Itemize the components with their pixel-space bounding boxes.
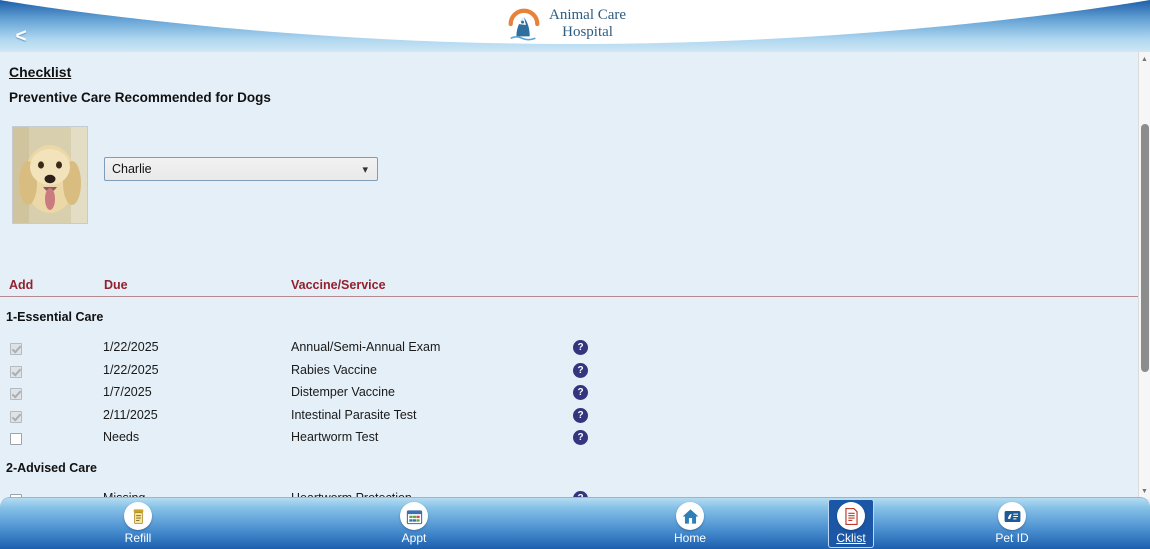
- table-row: 1/22/2025 Annual/Semi-Annual Exam?: [0, 340, 1138, 362]
- tab-label: Refill: [125, 532, 152, 545]
- table-row: 2/11/2025 Intestinal Parasite Test?: [0, 408, 1138, 430]
- vertical-scrollbar[interactable]: ▲ ▼: [1138, 52, 1150, 499]
- table-row: 1/7/2025 Distemper Vaccine?: [0, 385, 1138, 407]
- checklist-icon: [837, 502, 865, 530]
- tab-label: Home: [674, 532, 706, 545]
- scroll-up-arrow-icon[interactable]: ▲: [1139, 53, 1150, 66]
- tab-home[interactable]: Home: [552, 498, 828, 549]
- row-checkbox[interactable]: [10, 433, 22, 445]
- tab-cklist[interactable]: Cklist: [828, 499, 874, 548]
- brand-logo: Animal Care Hospital: [505, 5, 626, 43]
- header-divider: [0, 296, 1138, 297]
- brand-line-2: Hospital: [549, 24, 626, 41]
- row-service: Intestinal Parasite Test: [291, 408, 417, 422]
- row-checkbox[interactable]: [10, 411, 22, 423]
- tab-appt[interactable]: Appt: [276, 498, 552, 549]
- bottom-navigation: Refill Appt Home Cklist Pet ID: [0, 497, 1150, 549]
- row-due: 1/22/2025: [103, 340, 159, 354]
- question-mark-icon[interactable]: ?: [573, 340, 588, 355]
- page-subtitle: Preventive Care Recommended for Dogs: [9, 90, 271, 105]
- tab-label: Cklist: [836, 532, 865, 545]
- pet-select[interactable]: Charlie ▾: [104, 157, 378, 181]
- page-title[interactable]: Checklist: [9, 64, 71, 80]
- row-due: 2/11/2025: [103, 408, 158, 422]
- column-header-service: Vaccine/Service: [291, 278, 386, 292]
- column-header-due: Due: [104, 278, 128, 292]
- tab-label: Pet ID: [995, 532, 1028, 545]
- question-mark-icon[interactable]: ?: [573, 363, 588, 378]
- question-mark-icon[interactable]: ?: [573, 408, 588, 423]
- group-label: 1-Essential Care: [6, 310, 103, 324]
- row-checkbox[interactable]: [10, 343, 22, 355]
- back-button[interactable]: <: [4, 24, 38, 50]
- row-service: Heartworm Test: [291, 430, 378, 444]
- table-row: Needs Heartworm Test?: [0, 430, 1138, 452]
- row-due: 1/7/2025: [103, 385, 152, 399]
- row-due: 1/22/2025: [103, 363, 159, 377]
- scrollbar-thumb[interactable]: [1141, 124, 1149, 372]
- question-mark-icon[interactable]: ?: [573, 385, 588, 400]
- row-service: Distemper Vaccine: [291, 385, 395, 399]
- brand-line-1: Animal Care: [549, 7, 626, 23]
- brand-name: Animal Care Hospital: [549, 7, 626, 41]
- row-checkbox[interactable]: [10, 388, 22, 400]
- pet-photo: [12, 126, 88, 224]
- row-due: Needs: [103, 430, 139, 444]
- animal-care-hospital-logo-icon: [505, 5, 543, 43]
- tab-refill[interactable]: Refill: [0, 498, 276, 549]
- tab-pet-id[interactable]: Pet ID: [874, 498, 1150, 549]
- chevron-down-icon: ▾: [362, 163, 368, 176]
- question-mark-icon[interactable]: ?: [573, 430, 588, 445]
- chevron-left-icon: <: [15, 26, 26, 48]
- app-root: < Animal Care Hospital Checklist Prevent…: [0, 0, 1150, 549]
- column-header-add: Add: [9, 278, 33, 292]
- calendar-icon: [400, 502, 428, 530]
- app-header: < Animal Care Hospital: [0, 0, 1150, 52]
- row-service: Annual/Semi-Annual Exam: [291, 340, 440, 354]
- group-label: 2-Advised Care: [6, 461, 97, 475]
- row-service: Rabies Vaccine: [291, 363, 377, 377]
- tab-label: Appt: [402, 532, 427, 545]
- table-row: 1/22/2025 Rabies Vaccine?: [0, 363, 1138, 385]
- pet-select-value: Charlie: [112, 162, 152, 176]
- row-checkbox[interactable]: [10, 366, 22, 378]
- pill-bottle-icon: [124, 502, 152, 530]
- content-panel: Checklist Preventive Care Recommended fo…: [0, 52, 1138, 499]
- home-icon: [676, 502, 704, 530]
- id-card-icon: [998, 502, 1026, 530]
- golden-retriever-puppy-image: [13, 127, 87, 223]
